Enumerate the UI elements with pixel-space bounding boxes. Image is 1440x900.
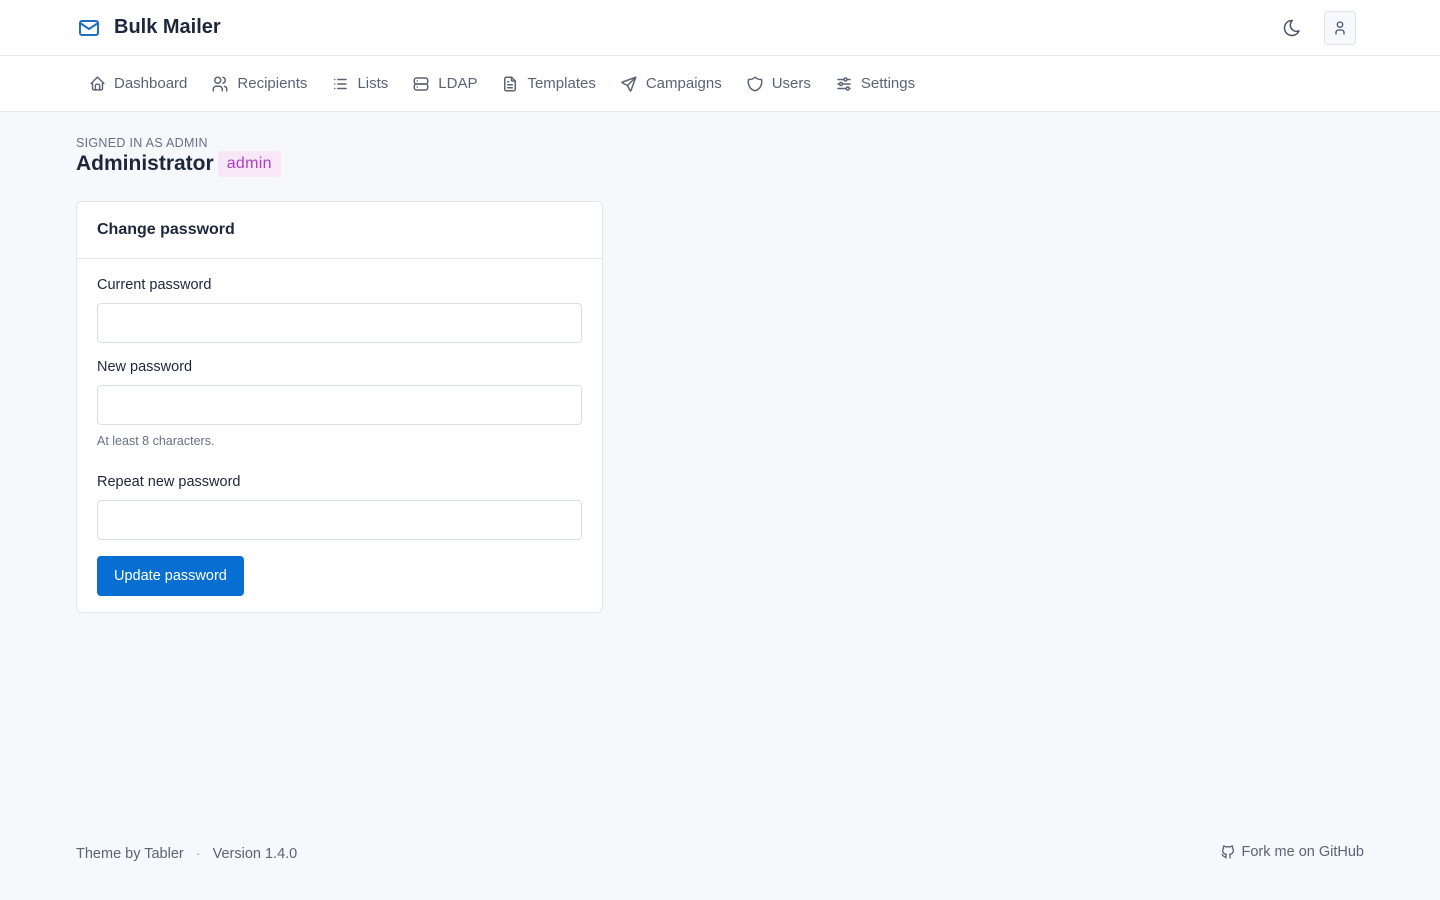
send-icon	[621, 76, 637, 92]
list-icon	[334, 78, 348, 89]
footer: Theme by Tabler · Version 1.4.0 Fork me …	[76, 842, 1364, 862]
top-bar: Bulk Mailer	[0, 0, 1440, 56]
card-title: Change password	[97, 221, 235, 238]
main-nav: Dashboard Recipients Lists LDAP Template…	[0, 56, 1440, 112]
nav-item-recipients[interactable]: Recipients	[199, 56, 319, 111]
theme-credit-link[interactable]: Theme by Tabler	[76, 846, 184, 862]
github-link-label: Fork me on GitHub	[1241, 844, 1365, 860]
top-actions	[1276, 10, 1356, 45]
nav-item-templates[interactable]: Templates	[489, 56, 607, 111]
page-title-row: Administrator admin	[76, 151, 1364, 177]
nav-item-users[interactable]: Users	[734, 56, 823, 111]
nav-item-settings[interactable]: Settings	[823, 56, 927, 111]
nav-label: LDAP	[438, 75, 478, 92]
file-text-icon	[504, 76, 517, 91]
page-pretitle: Signed in as admin	[76, 136, 208, 150]
main-content: Signed in as admin Administrator admin C…	[0, 112, 1440, 613]
footer-separator: ·	[195, 846, 201, 862]
github-icon	[1220, 845, 1234, 859]
nav-item-ldap[interactable]: LDAP	[400, 56, 489, 111]
card-body: Current password New password At least 8…	[77, 259, 602, 612]
current-password-group: Current password	[97, 277, 582, 343]
nav-label: Templates	[527, 75, 596, 92]
nav-item-campaigns[interactable]: Campaigns	[608, 56, 734, 111]
current-password-input[interactable]	[97, 303, 582, 343]
repeat-password-label: Repeat new password	[97, 474, 241, 490]
github-link[interactable]: Fork me on GitHub	[1220, 844, 1365, 860]
change-password-card: Change password Current password New pas…	[76, 201, 603, 613]
brand[interactable]: Bulk Mailer	[76, 15, 221, 41]
role-badge: admin	[217, 151, 281, 177]
new-password-label: New password	[97, 359, 193, 375]
nav-label: Settings	[860, 75, 916, 92]
repeat-password-input[interactable]	[97, 500, 582, 540]
users-icon	[212, 76, 228, 91]
user-icon	[1335, 20, 1345, 35]
app-title: Bulk Mailer	[114, 16, 221, 38]
new-password-hint: At least 8 characters.	[97, 434, 215, 448]
version-link[interactable]: Version 1.4.0	[213, 846, 298, 862]
mail-icon	[76, 15, 102, 41]
update-password-button[interactable]: Update password	[97, 556, 244, 596]
new-password-group: New password At least 8 characters.	[97, 359, 582, 448]
nav-label: Dashboard	[114, 75, 188, 92]
user-menu-button[interactable]	[1324, 10, 1356, 45]
shield-icon	[747, 76, 763, 91]
repeat-password-group: Repeat new password	[97, 474, 582, 540]
current-password-label: Current password	[97, 277, 212, 293]
nav-label: Lists	[357, 75, 389, 92]
home-icon	[90, 76, 105, 91]
server-icon	[413, 76, 429, 91]
dark-mode-toggle[interactable]	[1276, 12, 1308, 44]
sliders-icon	[837, 76, 851, 91]
card-header: Change password	[77, 202, 602, 259]
nav-item-dashboard[interactable]: Dashboard	[77, 56, 199, 111]
new-password-input[interactable]	[97, 385, 582, 425]
nav-item-lists[interactable]: Lists	[319, 56, 400, 111]
nav-label: Users	[771, 75, 811, 92]
page-title: Administrator	[76, 152, 214, 175]
moon-icon	[1283, 19, 1300, 36]
footer-left: Theme by Tabler · Version 1.4.0	[76, 842, 297, 862]
nav-label: Recipients	[237, 75, 308, 92]
nav-label: Campaigns	[645, 75, 722, 92]
